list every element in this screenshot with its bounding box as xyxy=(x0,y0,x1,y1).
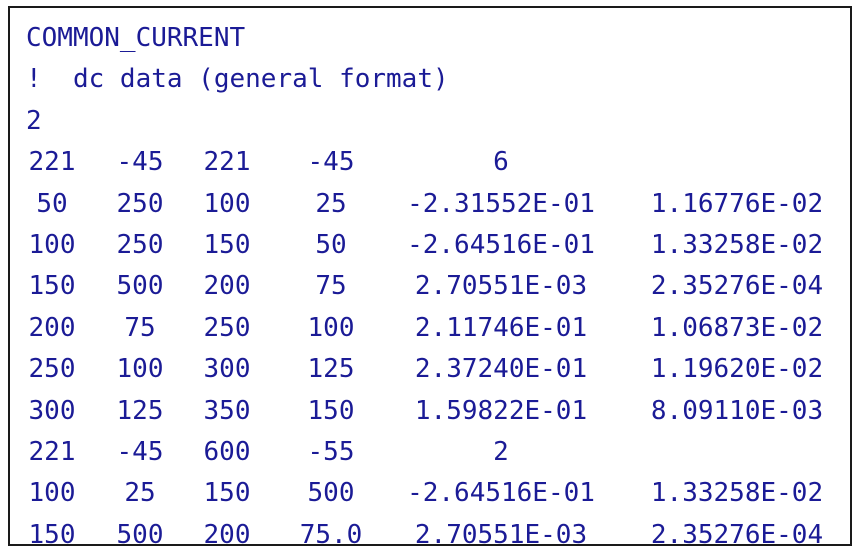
cell: 2.35276E-04 xyxy=(650,271,824,302)
data-row: 250 100 300 125 2.37240E-01 1.19620E-02 xyxy=(26,349,824,390)
data-file-panel: COMMON_CURRENT ! dc data (general format… xyxy=(8,6,852,550)
cell: 6 xyxy=(493,147,509,178)
cell: 100 xyxy=(28,229,76,260)
cell: 200 xyxy=(203,519,251,550)
cell: 1.59822E-01 xyxy=(414,395,588,426)
cell: 100 xyxy=(28,478,76,509)
cell: 221 xyxy=(28,436,76,467)
cell: 250 xyxy=(116,229,164,260)
cell: 125 xyxy=(307,354,355,385)
cell: 75 xyxy=(124,312,156,343)
cell: 2 xyxy=(493,436,509,467)
cell: 350 xyxy=(203,395,251,426)
data-row: 50 250 100 25 -2.31552E-01 1.16776E-02 xyxy=(26,184,823,225)
cell: -2.64516E-01 xyxy=(407,478,595,509)
cell: 25 xyxy=(124,478,156,509)
cell: 250 xyxy=(203,312,251,343)
cell: 100 xyxy=(307,312,355,343)
cell: 500 xyxy=(116,271,164,302)
cell: 1.33258E-02 xyxy=(650,229,824,260)
cell: 200 xyxy=(203,271,251,302)
cell: -45 xyxy=(116,147,164,178)
cell: 2.70551E-03 xyxy=(414,519,588,550)
cell: -55 xyxy=(307,436,355,467)
cell: 25 xyxy=(315,188,347,219)
cell: 300 xyxy=(203,354,251,385)
cell: 100 xyxy=(116,354,164,385)
cell: 1.06873E-02 xyxy=(650,312,824,343)
cell: 150 xyxy=(28,519,76,550)
data-row: 100 25 150 500 -2.64516E-01 1.33258E-02 xyxy=(26,473,824,514)
cell: 200 xyxy=(28,312,76,343)
cell: -45 xyxy=(307,147,355,178)
cell: 2.37240E-01 xyxy=(414,354,588,385)
cell: 75.0 xyxy=(299,519,363,550)
comment-line: ! dc data (general format) xyxy=(26,64,449,95)
cell: 50 xyxy=(36,188,68,219)
cell: 250 xyxy=(116,188,164,219)
cell: 250 xyxy=(28,354,76,385)
data-row: 300 125 350 150 1.59822E-01 8.09110E-03 xyxy=(26,391,824,432)
cell: 600 xyxy=(203,436,251,467)
cell: 8.09110E-03 xyxy=(650,395,824,426)
cell: 150 xyxy=(203,478,251,509)
data-row: 150 500 200 75 2.70551E-03 2.35276E-04 xyxy=(26,266,824,307)
cell: 1.16776E-02 xyxy=(650,188,824,219)
cell: 500 xyxy=(307,478,355,509)
section-keyword: COMMON_CURRENT xyxy=(26,23,246,53)
file-content: COMMON_CURRENT ! dc data (general format… xyxy=(26,18,824,556)
cell: 50 xyxy=(315,229,347,260)
cell: 221 xyxy=(203,147,251,178)
cell: -45 xyxy=(116,436,164,467)
data-row: 221 -45 600 -55 2 xyxy=(26,432,509,473)
cell: 2.35276E-04 xyxy=(650,519,824,550)
cell: 125 xyxy=(116,395,164,426)
cell: 300 xyxy=(28,395,76,426)
cell: 1.19620E-02 xyxy=(650,354,824,385)
data-row: 221 -45 221 -45 6 xyxy=(26,142,509,183)
data-row: 100 250 150 50 -2.64516E-01 1.33258E-02 xyxy=(26,225,824,266)
block-count: 2 xyxy=(26,105,42,136)
data-row: 200 75 250 100 2.11746E-01 1.06873E-02 xyxy=(26,308,824,349)
cell: 100 xyxy=(203,188,251,219)
cell: 150 xyxy=(307,395,355,426)
cell: 75 xyxy=(315,271,347,302)
cell: 150 xyxy=(28,271,76,302)
cell: 221 xyxy=(28,147,76,178)
cell: 500 xyxy=(116,519,164,550)
cell: -2.64516E-01 xyxy=(407,229,595,260)
cell: 2.11746E-01 xyxy=(414,312,588,343)
cell: -2.31552E-01 xyxy=(407,188,595,219)
cell: 150 xyxy=(203,229,251,260)
data-row: 150 500 200 75.0 2.70551E-03 2.35276E-04 xyxy=(26,515,824,556)
cell: 2.70551E-03 xyxy=(414,271,588,302)
cell: 1.33258E-02 xyxy=(650,478,824,509)
